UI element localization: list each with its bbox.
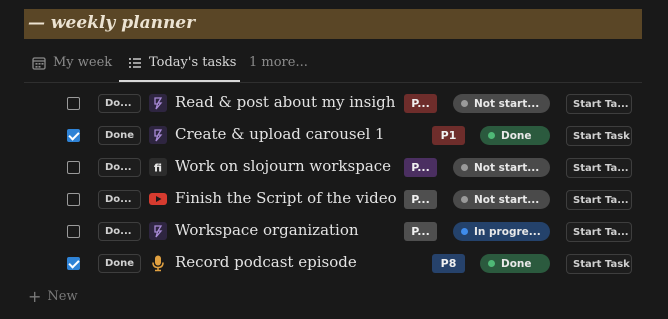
new-row-label: New	[47, 288, 78, 304]
notion-logo-icon	[149, 222, 167, 240]
status-badge: Done	[480, 254, 550, 273]
done-button[interactable]: Do...	[98, 94, 141, 113]
table-row: Do... fi Work on slojourn workspace P...…	[60, 152, 642, 182]
youtube-icon	[149, 190, 167, 208]
new-row-button[interactable]: + New	[28, 286, 78, 306]
status-dot	[488, 260, 495, 267]
tab-todays-tasks[interactable]: Today's tasks	[128, 44, 236, 81]
tab-more[interactable]: 1 more...	[249, 44, 308, 81]
start-task-button[interactable]: Start Ta...	[566, 158, 632, 178]
status-label: Not start...	[474, 97, 540, 110]
task-checkbox[interactable]	[67, 97, 80, 110]
tab-label: My week	[53, 55, 113, 70]
task-checkbox[interactable]	[67, 225, 80, 238]
task-checkbox[interactable]	[67, 161, 80, 174]
priority-badge: P...	[404, 222, 437, 241]
task-checkbox[interactable]	[67, 257, 80, 270]
table-row: Done Record podcast episode P8 Done Star…	[60, 248, 642, 278]
task-title[interactable]: Record podcast episode	[175, 253, 357, 271]
page-title: — weekly planner	[28, 13, 196, 33]
status-badge: In progre...	[453, 222, 550, 241]
active-tab-indicator	[119, 80, 240, 82]
task-title[interactable]: Create & upload carousel 1	[175, 125, 385, 143]
svg-text:fi: fi	[154, 162, 162, 175]
start-task-button[interactable]: Start Ta...	[566, 94, 632, 114]
status-badge: Not start...	[453, 158, 550, 177]
table-row: Do... Finish the Script of the video P..…	[60, 184, 642, 214]
status-badge: Not start...	[453, 190, 550, 209]
notion-logo-icon	[149, 126, 167, 144]
task-checkbox[interactable]	[67, 193, 80, 206]
tab-label: 1 more...	[249, 55, 308, 70]
priority-badge: P...	[404, 158, 437, 177]
fi-icon: fi	[149, 158, 167, 176]
table-row: Do... Read & post about my insigh... P..…	[60, 88, 642, 118]
notion-logo-icon	[149, 94, 167, 112]
status-label: Done	[501, 257, 532, 270]
status-dot	[461, 228, 468, 235]
priority-badge: P8	[432, 254, 465, 273]
page-banner: — weekly planner	[24, 9, 642, 39]
priority-badge: P...	[404, 190, 437, 209]
status-dot	[461, 100, 468, 107]
table-row: Done Create & upload carousel 1 P1 Done …	[60, 120, 642, 150]
status-label: Done	[501, 129, 532, 142]
microphone-icon	[149, 254, 167, 272]
calendar-icon	[32, 56, 46, 70]
view-tabs: My week Today's tasks 1 more...	[24, 44, 642, 83]
done-button[interactable]: Done	[98, 254, 141, 273]
task-title[interactable]: Read & post about my insigh...	[175, 93, 397, 111]
list-icon	[129, 57, 141, 68]
priority-badge: P1	[432, 126, 465, 145]
priority-badge: P...	[404, 94, 437, 113]
task-title[interactable]: Work on slojourn workspace	[175, 157, 391, 175]
table-row: Do... Workspace organization P... In pro…	[60, 216, 642, 246]
done-button[interactable]: Do...	[98, 222, 141, 241]
task-title[interactable]: Workspace organization	[175, 221, 359, 239]
status-label: Not start...	[474, 193, 540, 206]
done-button[interactable]: Done	[98, 126, 141, 145]
plus-icon: +	[28, 286, 42, 306]
task-checkbox[interactable]	[67, 129, 80, 142]
start-task-button[interactable]: Start Task	[566, 254, 632, 274]
start-task-button[interactable]: Start Task	[566, 126, 632, 146]
done-button[interactable]: Do...	[98, 190, 141, 209]
status-dot	[461, 164, 468, 171]
status-dot	[488, 132, 495, 139]
status-label: Not start...	[474, 161, 540, 174]
status-badge: Not start...	[453, 94, 550, 113]
start-task-button[interactable]: Start Ta...	[566, 222, 632, 242]
status-dot	[461, 196, 468, 203]
status-badge: Done	[480, 126, 550, 145]
tab-label: Today's tasks	[149, 55, 237, 70]
tab-my-week[interactable]: My week	[32, 44, 112, 81]
task-title[interactable]: Finish the Script of the video	[175, 189, 397, 207]
start-task-button[interactable]: Start Ta...	[566, 190, 632, 210]
status-label: In progre...	[474, 225, 541, 238]
done-button[interactable]: Do...	[98, 158, 141, 177]
